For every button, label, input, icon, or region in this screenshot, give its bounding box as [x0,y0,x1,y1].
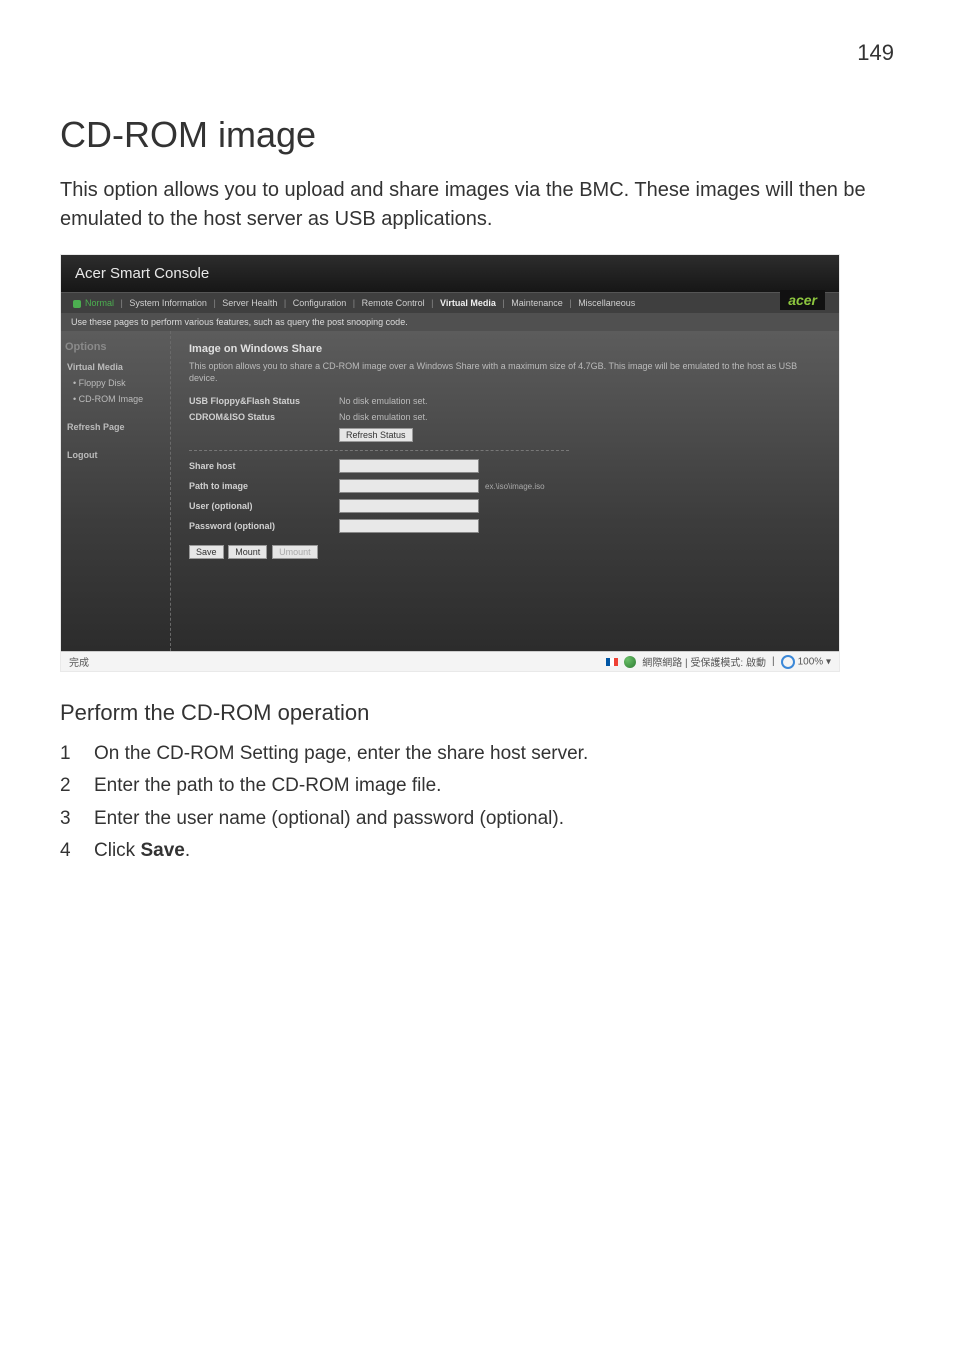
share-host-input[interactable] [339,459,479,473]
panel-desc: This option allows you to share a CD-ROM… [189,361,821,384]
nav-item[interactable]: Remote Control [362,298,425,308]
step-text: On the CD-ROM Setting page, enter the sh… [94,738,894,770]
status-row-cdrom-iso: CDROM&ISO Status No disk emulation set. [189,412,821,422]
status-label: CDROM&ISO Status [189,412,339,422]
step-3: 3 Enter the user name (optional) and pas… [60,803,894,835]
brand-logo: acer [780,290,825,310]
sidebar-item-floppy-disk[interactable]: • Floppy Disk [71,375,166,391]
nav-item[interactable]: Miscellaneous [578,298,635,308]
top-nav: Normal | System Information | Server Hea… [61,292,839,313]
statusbar-sep: | [772,656,775,667]
password-input[interactable] [339,519,479,533]
step-text: Click Save. [94,835,894,867]
subheading: Perform the CD-ROM operation [60,700,894,726]
form-row-user: User (optional) [189,499,821,513]
mount-button[interactable]: Mount [228,545,267,559]
step-number: 3 [60,803,94,835]
step-text: Enter the path to the CD-ROM image file. [94,770,894,802]
nav-item[interactable]: Maintenance [511,298,563,308]
sidebar-item-cdrom-image[interactable]: • CD-ROM Image [71,391,166,407]
step-number: 1 [60,738,94,770]
status-value: No disk emulation set. [339,412,428,422]
form-row-share-host: Share host [189,459,821,473]
nav-item[interactable]: System Information [129,298,207,308]
step-number: 4 [60,835,94,867]
form-row-path-to-image: Path to image ex.\iso\image.iso [189,479,821,493]
nav-item[interactable]: Server Health [222,298,277,308]
step-text: Enter the user name (optional) and passw… [94,803,894,835]
statusbar-left: 完成 [69,654,89,669]
step-4: 4 Click Save. [60,835,894,867]
main-panel: Image on Windows Share This option allow… [171,331,839,651]
user-input[interactable] [339,499,479,513]
browser-status-bar: 完成 網際網路 | 受保護模式: 啟動 | 100% ▾ [61,651,839,671]
status-row-usb-floppy: USB Floppy&Flash Status No disk emulatio… [189,396,821,406]
path-to-image-input[interactable] [339,479,479,493]
field-label: Password (optional) [189,521,339,531]
app-title: Acer Smart Console [75,265,209,282]
status-value: No disk emulation set. [339,396,428,406]
form-row-password: Password (optional) [189,519,821,533]
status-label: USB Floppy&Flash Status [189,396,339,406]
page-title: CD-ROM image [60,114,894,156]
sidebar-heading: Options [65,341,166,353]
divider [189,450,569,451]
panel-title: Image on Windows Share [189,343,821,355]
nav-item-active[interactable]: Virtual Media [440,298,496,308]
refresh-status-button[interactable]: Refresh Status [339,428,413,442]
globe-icon [624,656,636,668]
step-number: 2 [60,770,94,802]
sidebar-group-virtual-media[interactable]: Virtual Media [65,359,166,375]
umount-button[interactable]: Umount [272,545,318,559]
step-2: 2 Enter the path to the CD-ROM image fil… [60,770,894,802]
save-button[interactable]: Save [189,545,224,559]
embedded-screenshot: Acer Smart Console acer Normal | System … [60,254,840,672]
statusbar-mode: 網際網路 | 受保護模式: 啟動 [642,654,766,669]
status-indicator: Normal [73,298,114,308]
sidebar-item-refresh-page[interactable]: Refresh Page [65,419,166,435]
step-1: 1 On the CD-ROM Setting page, enter the … [60,738,894,770]
sub-bar: Use these pages to perform various featu… [61,313,839,331]
steps-list: 1 On the CD-ROM Setting page, enter the … [60,738,894,867]
field-label: Path to image [189,481,339,491]
field-label: Share host [189,461,339,471]
sidebar: Options Virtual Media • Floppy Disk • CD… [61,331,171,651]
field-hint: ex.\iso\image.iso [485,482,545,491]
zoom-indicator[interactable]: 100% ▾ [781,655,831,669]
page-number: 149 [60,40,894,66]
nav-item[interactable]: Configuration [293,298,347,308]
intro-paragraph: This option allows you to upload and sha… [60,176,894,234]
field-label: User (optional) [189,501,339,511]
app-title-bar: Acer Smart Console acer [61,255,839,292]
sidebar-item-logout[interactable]: Logout [65,447,166,463]
flag-icon [606,658,618,666]
